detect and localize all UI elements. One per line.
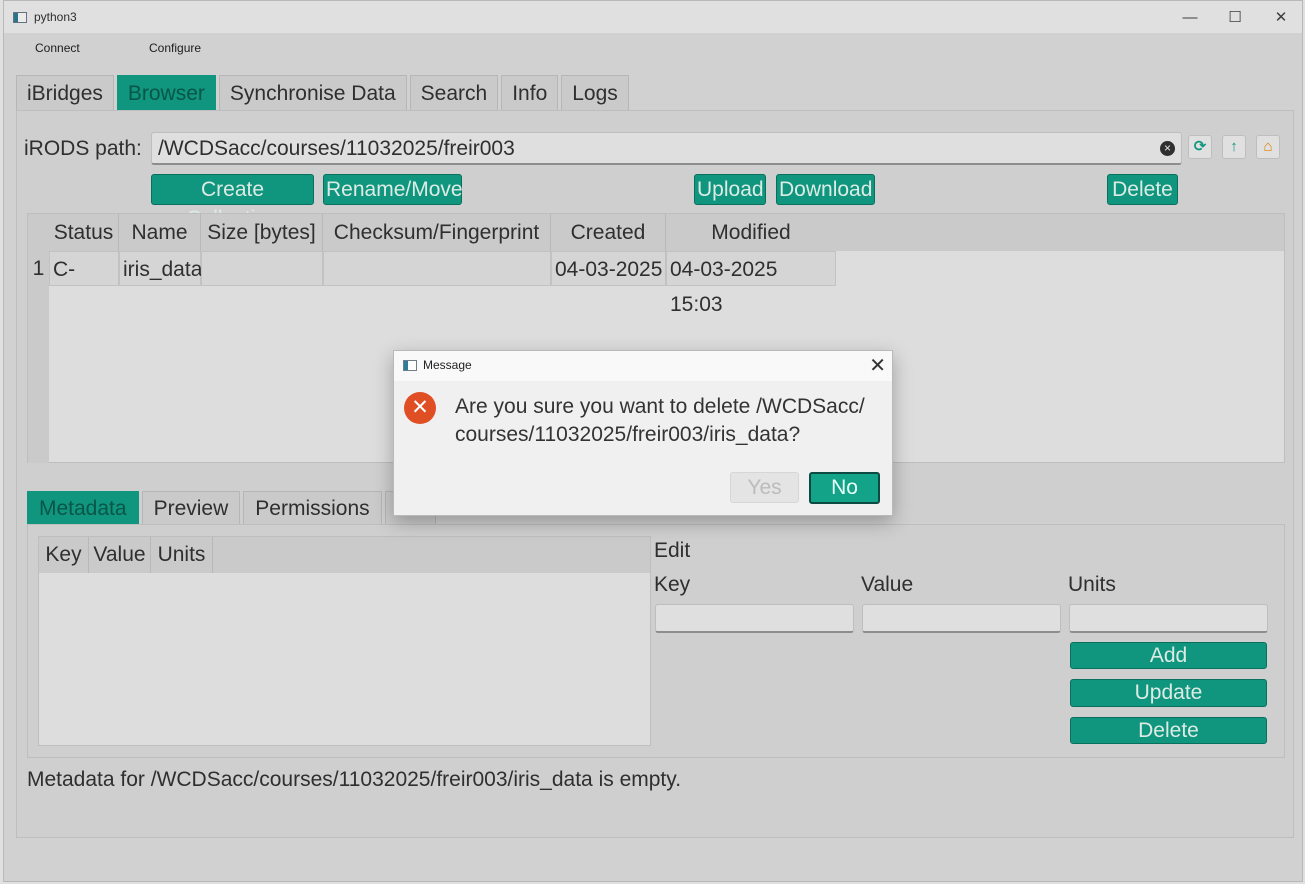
dialog-title-bar: Message ✕ (394, 351, 892, 381)
dialog-title: Message (423, 358, 472, 372)
no-button[interactable]: No (809, 472, 880, 504)
dialog-app-icon (403, 360, 417, 371)
dialog-message-line1: Are you sure you want to delete /WCDSacc… (455, 395, 865, 418)
yes-button[interactable]: Yes (730, 472, 799, 503)
dialog-close-icon[interactable]: ✕ (869, 353, 886, 378)
dialog-message: Are you sure you want to delete /WCDSacc… (455, 393, 880, 449)
error-icon: ✕ (404, 392, 436, 424)
confirm-dialog: Message ✕ ✕ Are you sure you want to del… (393, 350, 893, 516)
dialog-message-line2: courses/11032025/freir003/iris_data? (455, 423, 801, 446)
